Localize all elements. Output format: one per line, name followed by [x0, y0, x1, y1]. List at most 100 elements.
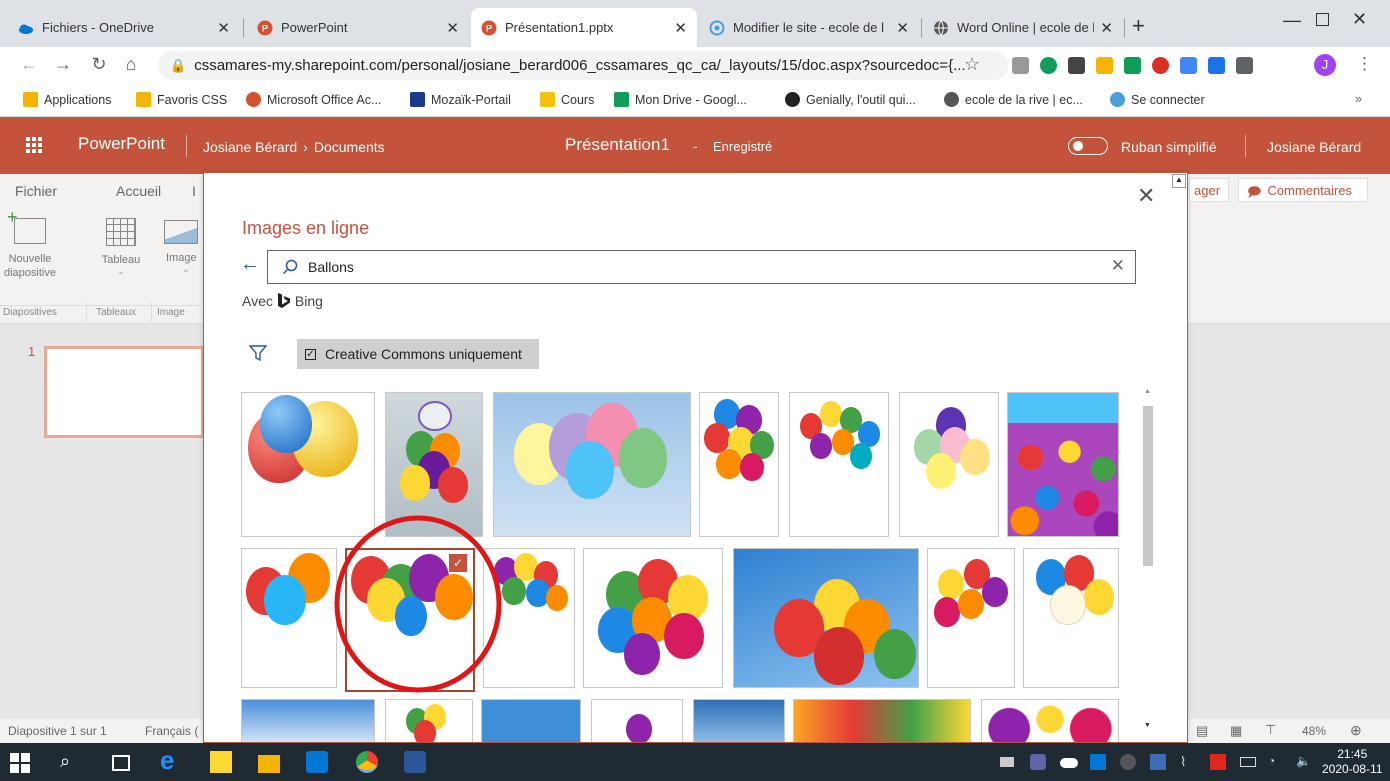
- scrollbar-thumb[interactable]: [1143, 406, 1153, 566]
- tray-app-icon[interactable]: [1210, 754, 1226, 770]
- results-scrollbar[interactable]: ▲ ▼: [1141, 386, 1155, 738]
- clock[interactable]: 21:45 2020-08-11: [1322, 747, 1383, 777]
- image-result[interactable]: [583, 548, 723, 688]
- zoom-level[interactable]: 48%: [1302, 724, 1326, 738]
- new-slide-button[interactable]: + Nouvelle diapositive: [0, 207, 60, 304]
- image-result[interactable]: [481, 699, 581, 742]
- tab-onedrive[interactable]: Fichiers - OneDrive ✕: [8, 8, 240, 47]
- extension-icon[interactable]: [1012, 57, 1029, 74]
- table-button[interactable]: Tableau ⌄: [95, 214, 147, 304]
- close-tab-icon[interactable]: ✕: [674, 19, 687, 37]
- language[interactable]: Français (: [145, 724, 198, 738]
- close-window-icon[interactable]: ✕: [1352, 9, 1367, 30]
- tray-app-icon[interactable]: [1120, 754, 1136, 770]
- adblock-icon[interactable]: [1152, 57, 1169, 74]
- close-tab-icon[interactable]: ✕: [446, 19, 459, 37]
- tray-app-icon[interactable]: [1150, 754, 1166, 770]
- wifi-icon[interactable]: ◔: [1268, 754, 1284, 770]
- creative-commons-filter[interactable]: ✓ Creative Commons uniquement: [297, 339, 539, 369]
- image-result[interactable]: [385, 699, 473, 742]
- outlook-icon[interactable]: [306, 751, 328, 773]
- home-icon[interactable]: ⌂: [120, 54, 142, 75]
- task-view-icon[interactable]: [112, 755, 130, 771]
- restore-icon[interactable]: [1316, 13, 1329, 26]
- bookmarks-overflow[interactable]: »: [1355, 92, 1362, 106]
- onedrive-icon[interactable]: [1060, 758, 1078, 768]
- tab-word-online[interactable]: Word Online | ecole de la ri ✕: [923, 8, 1123, 47]
- network-icon[interactable]: ⌇: [1180, 754, 1196, 770]
- bookmark-item[interactable]: Microsoft Office Ac...: [246, 92, 381, 107]
- file-explorer-icon[interactable]: [258, 755, 280, 773]
- bookmark-item[interactable]: Genially, l'outil qui...: [785, 92, 916, 107]
- search-icon[interactable]: ⌕: [60, 751, 82, 773]
- tab-modifier-site[interactable]: Modifier le site - ecole de l ✕: [699, 8, 919, 47]
- comments-button[interactable]: 🗩 Commentaires: [1238, 178, 1368, 202]
- back-arrow-icon[interactable]: ←: [240, 253, 260, 276]
- bookmark-item[interactable]: Cours: [540, 92, 594, 107]
- image-result[interactable]: [733, 548, 919, 688]
- scroll-up-icon[interactable]: ▲: [1172, 174, 1186, 188]
- filter-icon[interactable]: [248, 345, 268, 366]
- close-dialog-icon[interactable]: ✕: [1137, 183, 1155, 209]
- image-result[interactable]: [789, 392, 889, 537]
- menu-dots-icon[interactable]: ⋮: [1356, 54, 1373, 74]
- fit-slide-icon[interactable]: ⊕: [1350, 722, 1362, 739]
- chrome-icon[interactable]: [356, 751, 378, 773]
- mail-icon[interactable]: [1000, 757, 1014, 767]
- bookmark-item[interactable]: Mozaïk-Portail: [410, 92, 511, 107]
- close-tab-icon[interactable]: ✕: [896, 19, 909, 37]
- minimize-icon[interactable]: —: [1283, 10, 1301, 31]
- address-bar[interactable]: 🔒 cssamares-my.sharepoint.com/personal/j…: [158, 51, 1008, 80]
- clear-search-icon[interactable]: ✕: [1111, 256, 1125, 276]
- image-result[interactable]: [981, 699, 1119, 742]
- image-button[interactable]: Image ⌄: [152, 214, 202, 304]
- bookmark-item[interactable]: Applications: [23, 92, 111, 107]
- image-result[interactable]: [699, 392, 779, 537]
- image-result[interactable]: [899, 392, 999, 537]
- profile-avatar[interactable]: J: [1314, 54, 1336, 76]
- bookmark-item[interactable]: Favoris CSS: [136, 92, 227, 107]
- edge-icon[interactable]: e: [160, 745, 182, 775]
- tab-insertion[interactable]: I: [192, 183, 196, 199]
- image-result[interactable]: [693, 699, 785, 742]
- bookmark-item[interactable]: Mon Drive - Googl...: [614, 92, 747, 107]
- windows-start-icon[interactable]: [10, 753, 30, 773]
- bookmark-item[interactable]: ecole de la rive | ec...: [944, 92, 1083, 107]
- tab-powerpoint[interactable]: P PowerPoint ✕: [247, 8, 469, 47]
- app-launcher-icon[interactable]: [26, 137, 42, 153]
- extension-icon[interactable]: [1208, 57, 1225, 74]
- normal-view-icon[interactable]: ▤: [1196, 723, 1208, 739]
- sticky-notes-icon[interactable]: [210, 751, 232, 773]
- image-result[interactable]: [1023, 548, 1119, 688]
- close-tab-icon[interactable]: ✕: [217, 19, 230, 37]
- presentation-view-icon[interactable]: ⊤: [1265, 722, 1276, 738]
- close-tab-icon[interactable]: ✕: [1100, 19, 1113, 37]
- slide-thumbnail[interactable]: [44, 346, 204, 438]
- slide-sorter-icon[interactable]: ▦: [1230, 723, 1242, 739]
- image-result[interactable]: [591, 699, 683, 742]
- bookmark-item[interactable]: Se connecter: [1110, 92, 1205, 107]
- image-result[interactable]: [1007, 392, 1119, 537]
- image-result[interactable]: [241, 699, 375, 742]
- tab-accueil[interactable]: Accueil: [116, 183, 161, 199]
- user-name[interactable]: Josiane Bérard: [1267, 139, 1361, 155]
- image-result[interactable]: [927, 548, 1015, 688]
- image-result[interactable]: [493, 392, 691, 537]
- app-name[interactable]: PowerPoint: [78, 134, 165, 154]
- share-button[interactable]: ager: [1189, 178, 1229, 202]
- image-result[interactable]: [241, 548, 337, 688]
- tab-fichier[interactable]: Fichier: [15, 183, 57, 199]
- volume-icon[interactable]: 🔈: [1296, 754, 1312, 770]
- extension-icon[interactable]: [1040, 57, 1057, 74]
- new-tab-icon[interactable]: +: [1132, 13, 1145, 39]
- extension-icon[interactable]: [1068, 57, 1085, 74]
- teams-icon[interactable]: [1030, 754, 1046, 770]
- image-result[interactable]: [793, 699, 971, 742]
- reload-icon[interactable]: ↻: [88, 54, 110, 75]
- drive-icon[interactable]: [1124, 57, 1141, 74]
- document-title[interactable]: Présentation1: [565, 135, 670, 155]
- outlook-tray-icon[interactable]: [1090, 754, 1106, 770]
- forward-icon[interactable]: →: [52, 54, 74, 75]
- star-icon[interactable]: ☆: [964, 54, 980, 75]
- search-input[interactable]: Ballons ✕: [267, 250, 1136, 284]
